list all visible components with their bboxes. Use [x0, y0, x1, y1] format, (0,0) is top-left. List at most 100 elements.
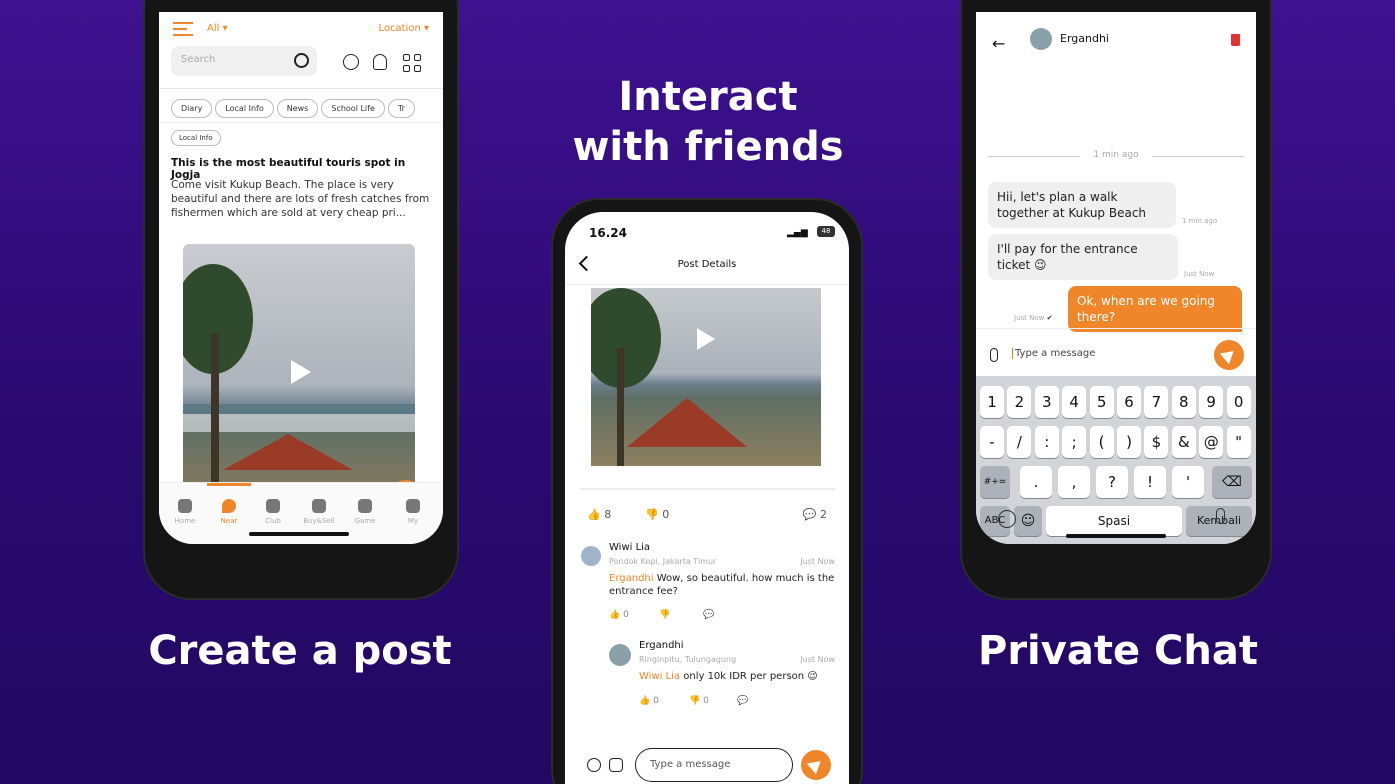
page-title: Post Details — [677, 259, 737, 270]
chip-school-life[interactable]: School Life — [321, 99, 385, 118]
chip-local-info[interactable]: Local Info — [215, 99, 274, 118]
emoji-icon[interactable]: ☺ — [1014, 506, 1042, 536]
tab-buy-sell[interactable]: Buy&Sell — [297, 499, 341, 525]
tab-game[interactable]: Game — [343, 499, 387, 525]
keyboard: 1234567890 - /:;() $ & @ " #+= .,?! ' ⌫ ABC ☺ … — [976, 376, 1256, 544]
back-arrow-icon[interactable]: ← — [992, 34, 1005, 53]
reply-icon[interactable]: 💬 — [737, 696, 748, 706]
thumbs-down-icon: 👎 — [645, 508, 659, 521]
tab-home[interactable]: Home — [163, 499, 207, 525]
location-pin-icon[interactable] — [587, 758, 601, 772]
key-row1-1[interactable]: 2 — [1007, 386, 1032, 418]
comment-author[interactable]: Wiwi Lia — [609, 542, 650, 553]
search-input[interactable]: Search — [171, 46, 317, 76]
avatar[interactable] — [1030, 28, 1052, 50]
send-button[interactable] — [1214, 340, 1244, 370]
key-row1-9[interactable]: 0 — [1226, 386, 1251, 418]
message-time-label: Just Now — [1014, 314, 1045, 322]
comment-mention[interactable]: Ergandhi — [609, 573, 654, 584]
comment-dislike-icon[interactable]: 👎 — [659, 610, 670, 620]
filter-location-label: Location — [378, 23, 421, 34]
message-sent[interactable]: Ok, when are we going there? — [1068, 286, 1242, 332]
key-row2-3[interactable]: ; — [1062, 426, 1087, 458]
comment-dislike-button[interactable]: 👎 0 — [689, 696, 709, 706]
key-row1-5[interactable]: 6 — [1117, 386, 1141, 418]
key-space[interactable]: Spasi — [1046, 506, 1182, 536]
key-row2-0[interactable]: - — [980, 426, 1004, 458]
post-tag[interactable]: Local Info — [171, 130, 221, 146]
tab-club[interactable]: Club — [251, 499, 295, 525]
comment-like-button[interactable]: 👍 0 — [639, 696, 659, 706]
chip-diary[interactable]: Diary — [171, 99, 213, 118]
comment-time: Just Now — [800, 655, 835, 664]
key-row3-2[interactable]: ? — [1096, 466, 1128, 498]
image-icon[interactable] — [609, 758, 623, 772]
send-icon — [806, 755, 826, 775]
search-icon[interactable] — [294, 53, 309, 68]
dislike-count: 0 — [662, 508, 670, 521]
key-row3-3[interactable]: ! — [1134, 466, 1166, 498]
post-body[interactable]: Come visit Kukup Beach. The place is ver… — [171, 178, 433, 220]
microphone-icon[interactable] — [1216, 508, 1225, 524]
message-received[interactable]: Hii, let's plan a walk together at Kukup… — [988, 182, 1176, 228]
key-backspace[interactable]: ⌫ — [1212, 466, 1252, 498]
tab-club-label: Club — [265, 517, 281, 525]
chip-travel[interactable]: Tr — [387, 99, 415, 118]
key-row1-6[interactable]: 7 — [1144, 386, 1169, 418]
reply-icon[interactable]: 💬 — [703, 610, 714, 620]
like-button[interactable]: 👍 8 — [587, 508, 611, 521]
key-row1-2[interactable]: 3 — [1034, 386, 1059, 418]
comment-button[interactable]: 💬 2 — [803, 508, 827, 521]
key-more-symbols[interactable]: #+= — [980, 466, 1010, 498]
comment-author[interactable]: Ergandhi — [639, 640, 684, 651]
play-icon[interactable] — [697, 328, 715, 350]
key-row1-4[interactable]: 5 — [1089, 386, 1114, 418]
key-row3-0[interactable]: . — [1020, 466, 1052, 498]
grid-icon[interactable] — [403, 54, 421, 72]
key-row2-8[interactable]: @ — [1199, 426, 1224, 458]
globe-icon[interactable] — [998, 510, 1016, 528]
key-row1-7[interactable]: 8 — [1171, 386, 1196, 418]
battery-icon: 48 — [817, 226, 835, 237]
key-row2-7[interactable]: & — [1171, 426, 1196, 458]
comment-body: only 10k IDR per person 😉 — [680, 671, 818, 682]
key-row2-4[interactable]: ( — [1089, 426, 1114, 458]
attachment-icon[interactable] — [990, 348, 998, 362]
chip-news[interactable]: News — [276, 99, 319, 118]
message-input[interactable]: Type a message — [635, 748, 793, 782]
contact-name[interactable]: Ergandhi — [1060, 32, 1109, 45]
message-input[interactable]: Type a message — [1010, 342, 1200, 368]
key-row2-9[interactable]: " — [1226, 426, 1251, 458]
avatar[interactable] — [609, 644, 631, 666]
send-button[interactable] — [801, 750, 831, 780]
dislike-button[interactable]: 👎 0 — [645, 508, 669, 521]
key-row3-4[interactable]: ' — [1172, 466, 1204, 498]
chat-icon[interactable] — [343, 54, 359, 70]
post-video-thumbnail[interactable] — [183, 244, 415, 500]
filter-all[interactable]: All ▾ — [207, 23, 228, 34]
comment-time: Just Now — [800, 557, 835, 566]
key-row1-0[interactable]: 1 — [980, 386, 1004, 418]
delete-icon[interactable] — [1231, 34, 1240, 46]
filter-location[interactable]: Location ▾ — [379, 23, 430, 34]
key-row1-8[interactable]: 9 — [1199, 386, 1224, 418]
key-row2-6[interactable]: $ — [1144, 426, 1169, 458]
avatar[interactable] — [581, 546, 601, 566]
key-row2-1[interactable]: / — [1007, 426, 1032, 458]
key-row2-2[interactable]: : — [1034, 426, 1059, 458]
key-row1-3[interactable]: 4 — [1062, 386, 1087, 418]
comment-mention[interactable]: Wiwi Lia — [639, 671, 680, 682]
key-row3-1[interactable]: , — [1058, 466, 1090, 498]
play-icon[interactable] — [291, 360, 311, 384]
comment-like-button[interactable]: 👍 0 — [609, 610, 629, 620]
right-screen: ← Ergandhi 1 min ago Hii, let's plan a w… — [976, 12, 1256, 544]
message-received[interactable]: I'll pay for the entrance ticket 😉 — [988, 234, 1178, 280]
profile-icon — [406, 499, 420, 513]
tab-my[interactable]: My — [391, 499, 435, 525]
key-row2-5[interactable]: ) — [1117, 426, 1141, 458]
bell-icon[interactable] — [373, 54, 387, 70]
caption-create-post: Create a post — [148, 628, 452, 674]
menu-icon[interactable] — [173, 22, 193, 36]
tab-near[interactable]: Near — [207, 499, 251, 525]
post-video-thumbnail[interactable] — [591, 288, 821, 466]
